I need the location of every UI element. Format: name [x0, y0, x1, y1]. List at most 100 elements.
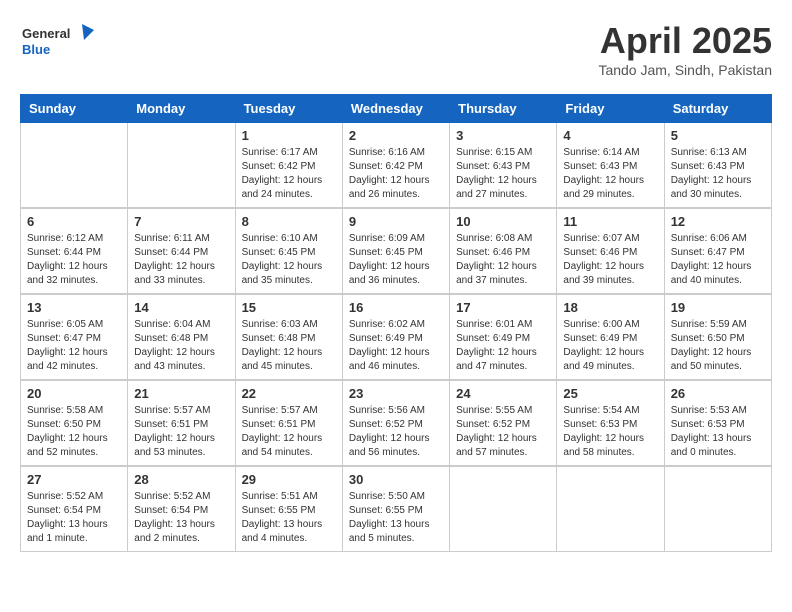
day-info: Sunrise: 5:53 AM Sunset: 6:53 PM Dayligh…	[671, 404, 765, 460]
calendar-cell: 10Sunrise: 6:08 AM Sunset: 6:46 PM Dayli…	[450, 208, 557, 294]
day-number: 13	[27, 300, 121, 315]
calendar-cell	[21, 123, 128, 209]
weekday-header: Sunday	[21, 95, 128, 123]
weekday-header: Saturday	[664, 95, 771, 123]
page-header: General Blue April 2025 Tando Jam, Sindh…	[20, 20, 772, 78]
weekday-header-row: SundayMondayTuesdayWednesdayThursdayFrid…	[21, 95, 772, 123]
day-number: 1	[242, 128, 336, 143]
calendar-cell	[450, 466, 557, 552]
day-number: 26	[671, 386, 765, 401]
day-number: 2	[349, 128, 443, 143]
logo-svg: General Blue	[20, 20, 100, 64]
day-info: Sunrise: 6:13 AM Sunset: 6:43 PM Dayligh…	[671, 146, 765, 202]
day-number: 3	[456, 128, 550, 143]
calendar-cell: 26 Sunrise: 5:53 AM Sunset: 6:53 PM Dayli…	[664, 380, 771, 466]
day-number: 25	[563, 386, 657, 401]
title-block: April 2025 Tando Jam, Sindh, Pakistan	[598, 20, 772, 78]
day-info: Sunrise: 6:15 AM Sunset: 6:43 PM Dayligh…	[456, 146, 550, 202]
day-info: Sunrise: 6:09 AM Sunset: 6:45 PM Dayligh…	[349, 232, 443, 288]
day-info: Sunrise: 6:00 AM Sunset: 6:49 PM Dayligh…	[563, 318, 657, 374]
calendar-cell: 6Sunrise: 6:12 AM Sunset: 6:44 PM Daylig…	[21, 208, 128, 294]
day-number: 14	[134, 300, 228, 315]
day-info: Sunrise: 5:57 AM Sunset: 6:51 PM Dayligh…	[242, 404, 336, 460]
weekday-header: Wednesday	[342, 95, 449, 123]
calendar-cell: 27 Sunrise: 5:52 AM Sunset: 6:54 PM Dayli…	[21, 466, 128, 552]
day-info: Sunrise: 6:08 AM Sunset: 6:46 PM Dayligh…	[456, 232, 550, 288]
calendar-cell: 15Sunrise: 6:03 AM Sunset: 6:48 PM Dayli…	[235, 294, 342, 380]
day-number: 8	[242, 214, 336, 229]
day-info: Sunrise: 6:17 AM Sunset: 6:42 PM Dayligh…	[242, 146, 336, 202]
calendar-cell: 12Sunrise: 6:06 AM Sunset: 6:47 PM Dayli…	[664, 208, 771, 294]
calendar-cell: 5 Sunrise: 6:13 AM Sunset: 6:43 PM Daylig…	[664, 123, 771, 209]
day-number: 9	[349, 214, 443, 229]
calendar-cell: 30Sunrise: 5:50 AM Sunset: 6:55 PM Dayli…	[342, 466, 449, 552]
calendar-cell: 28 Sunrise: 5:52 AM Sunset: 6:54 PM Dayli…	[128, 466, 235, 552]
calendar-cell: 1 Sunrise: 6:17 AM Sunset: 6:42 PM Daylig…	[235, 123, 342, 209]
day-info: Sunrise: 6:10 AM Sunset: 6:45 PM Dayligh…	[242, 232, 336, 288]
svg-text:Blue: Blue	[22, 42, 50, 57]
day-number: 5	[671, 128, 765, 143]
day-info: Sunrise: 6:05 AM Sunset: 6:47 PM Dayligh…	[27, 318, 121, 374]
location: Tando Jam, Sindh, Pakistan	[598, 62, 772, 78]
calendar-cell: 25 Sunrise: 5:54 AM Sunset: 6:53 PM Dayli…	[557, 380, 664, 466]
day-info: Sunrise: 5:52 AM Sunset: 6:54 PM Dayligh…	[27, 490, 121, 546]
day-info: Sunrise: 5:51 AM Sunset: 6:55 PM Dayligh…	[242, 490, 336, 546]
day-number: 28	[134, 472, 228, 487]
svg-text:General: General	[22, 26, 70, 41]
logo: General Blue	[20, 20, 100, 64]
day-info: Sunrise: 5:55 AM Sunset: 6:52 PM Dayligh…	[456, 404, 550, 460]
day-info: Sunrise: 5:58 AM Sunset: 6:50 PM Dayligh…	[27, 404, 121, 460]
day-number: 11	[563, 214, 657, 229]
day-number: 19	[671, 300, 765, 315]
day-info: Sunrise: 5:52 AM Sunset: 6:54 PM Dayligh…	[134, 490, 228, 546]
day-info: Sunrise: 6:07 AM Sunset: 6:46 PM Dayligh…	[563, 232, 657, 288]
weekday-header: Tuesday	[235, 95, 342, 123]
calendar-week-row: 13 Sunrise: 6:05 AM Sunset: 6:47 PM Dayli…	[21, 294, 772, 380]
calendar-cell: 8 Sunrise: 6:10 AM Sunset: 6:45 PM Daylig…	[235, 208, 342, 294]
day-number: 15	[242, 300, 336, 315]
day-info: Sunrise: 5:59 AM Sunset: 6:50 PM Dayligh…	[671, 318, 765, 374]
day-info: Sunrise: 6:01 AM Sunset: 6:49 PM Dayligh…	[456, 318, 550, 374]
day-number: 16	[349, 300, 443, 315]
day-info: Sunrise: 6:16 AM Sunset: 6:42 PM Dayligh…	[349, 146, 443, 202]
day-number: 22	[242, 386, 336, 401]
day-number: 27	[27, 472, 121, 487]
calendar-cell: 18 Sunrise: 6:00 AM Sunset: 6:49 PM Dayli…	[557, 294, 664, 380]
logo-container: General Blue	[20, 20, 100, 64]
calendar-cell	[557, 466, 664, 552]
calendar-cell: 4Sunrise: 6:14 AM Sunset: 6:43 PM Daylig…	[557, 123, 664, 209]
calendar-week-row: 27 Sunrise: 5:52 AM Sunset: 6:54 PM Dayli…	[21, 466, 772, 552]
day-info: Sunrise: 5:56 AM Sunset: 6:52 PM Dayligh…	[349, 404, 443, 460]
calendar-cell: 20 Sunrise: 5:58 AM Sunset: 6:50 PM Dayli…	[21, 380, 128, 466]
calendar-cell: 7Sunrise: 6:11 AM Sunset: 6:44 PM Daylig…	[128, 208, 235, 294]
day-number: 21	[134, 386, 228, 401]
calendar-cell: 16 Sunrise: 6:02 AM Sunset: 6:49 PM Dayli…	[342, 294, 449, 380]
day-info: Sunrise: 6:02 AM Sunset: 6:49 PM Dayligh…	[349, 318, 443, 374]
calendar-cell: 23 Sunrise: 5:56 AM Sunset: 6:52 PM Dayli…	[342, 380, 449, 466]
calendar-table: SundayMondayTuesdayWednesdayThursdayFrid…	[20, 94, 772, 552]
calendar-cell: 2 Sunrise: 6:16 AM Sunset: 6:42 PM Daylig…	[342, 123, 449, 209]
day-number: 24	[456, 386, 550, 401]
day-number: 23	[349, 386, 443, 401]
calendar-cell: 29Sunrise: 5:51 AM Sunset: 6:55 PM Dayli…	[235, 466, 342, 552]
calendar-cell: 22 Sunrise: 5:57 AM Sunset: 6:51 PM Dayli…	[235, 380, 342, 466]
day-info: Sunrise: 5:50 AM Sunset: 6:55 PM Dayligh…	[349, 490, 443, 546]
weekday-header: Monday	[128, 95, 235, 123]
day-info: Sunrise: 6:12 AM Sunset: 6:44 PM Dayligh…	[27, 232, 121, 288]
weekday-header: Thursday	[450, 95, 557, 123]
calendar-week-row: 1 Sunrise: 6:17 AM Sunset: 6:42 PM Daylig…	[21, 123, 772, 209]
calendar-week-row: 20 Sunrise: 5:58 AM Sunset: 6:50 PM Dayli…	[21, 380, 772, 466]
day-number: 18	[563, 300, 657, 315]
calendar-cell: 21Sunrise: 5:57 AM Sunset: 6:51 PM Dayli…	[128, 380, 235, 466]
day-info: Sunrise: 5:54 AM Sunset: 6:53 PM Dayligh…	[563, 404, 657, 460]
calendar-cell: 14Sunrise: 6:04 AM Sunset: 6:48 PM Dayli…	[128, 294, 235, 380]
weekday-header: Friday	[557, 95, 664, 123]
day-number: 17	[456, 300, 550, 315]
calendar-week-row: 6Sunrise: 6:12 AM Sunset: 6:44 PM Daylig…	[21, 208, 772, 294]
calendar-cell: 24 Sunrise: 5:55 AM Sunset: 6:52 PM Dayli…	[450, 380, 557, 466]
calendar-cell	[128, 123, 235, 209]
day-number: 4	[563, 128, 657, 143]
day-number: 20	[27, 386, 121, 401]
calendar-cell: 19 Sunrise: 5:59 AM Sunset: 6:50 PM Dayli…	[664, 294, 771, 380]
day-info: Sunrise: 6:11 AM Sunset: 6:44 PM Dayligh…	[134, 232, 228, 288]
